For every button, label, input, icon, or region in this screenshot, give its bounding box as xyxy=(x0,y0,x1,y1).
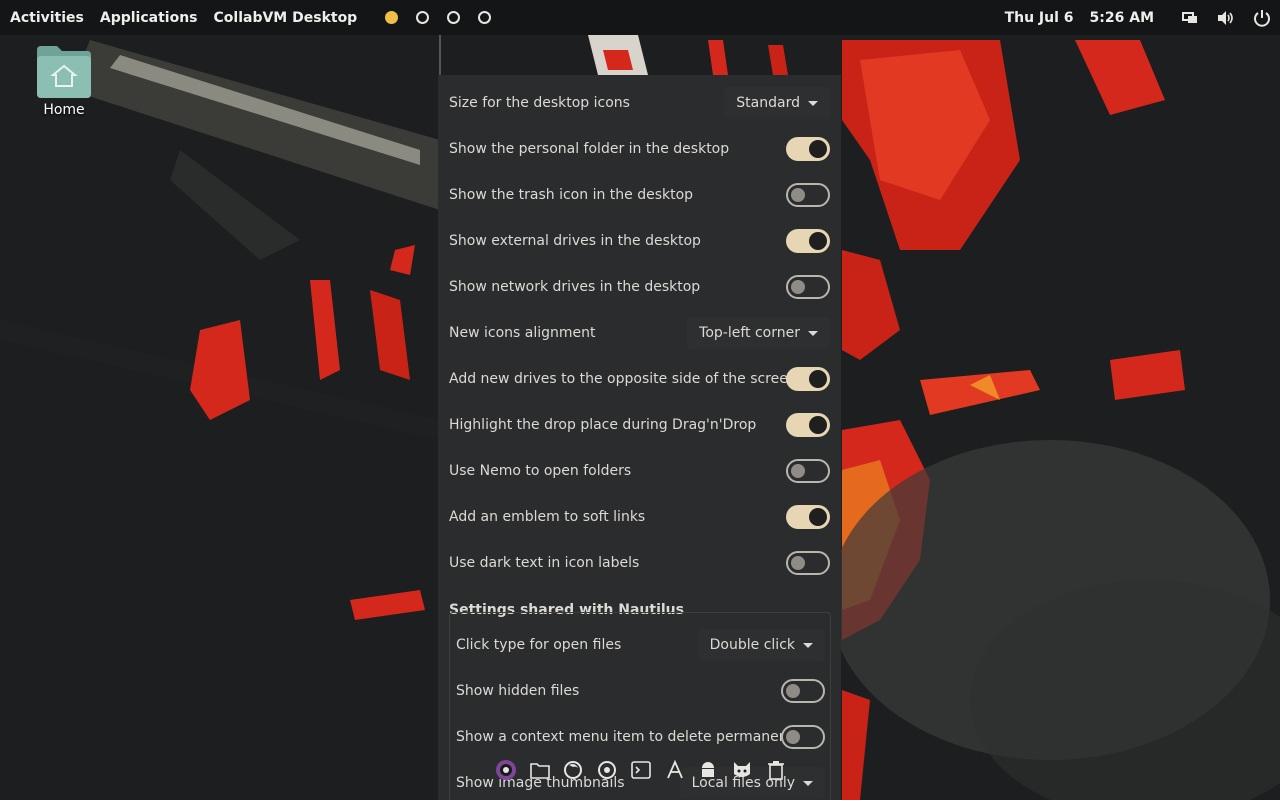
toggle-knob xyxy=(791,556,805,570)
toggle-knob xyxy=(809,370,827,388)
setting-row-use-nemo-to-open-folders: Use Nemo to open folders xyxy=(438,448,841,494)
clock-time[interactable]: 5:26 AM xyxy=(1082,10,1162,26)
setting-toggle-switch[interactable] xyxy=(786,137,830,161)
setting-label: Add an emblem to soft links xyxy=(449,509,646,525)
setting-toggle-switch[interactable] xyxy=(786,505,830,529)
clock-date[interactable]: Thu Jul 6 xyxy=(997,10,1082,26)
home-folder-icon xyxy=(35,44,93,98)
dropdown-value: Top-left corner xyxy=(699,325,800,341)
terminal-icon[interactable] xyxy=(629,758,653,782)
setting-row-highlight-the-drop-place-during-drag-n-d: Highlight the drop place during Drag'n'D… xyxy=(438,402,841,448)
setting-row-show-hidden-files: Show hidden files xyxy=(450,668,830,714)
setting-toggle-switch[interactable] xyxy=(786,183,830,207)
desktop-home-icon[interactable]: Home xyxy=(28,44,100,118)
workspace-2-dot[interactable] xyxy=(416,11,430,24)
setting-toggle-switch[interactable] xyxy=(786,367,830,391)
setting-row-add-an-emblem-to-soft-links: Add an emblem to soft links xyxy=(438,494,841,540)
firefox-icon[interactable] xyxy=(561,758,585,782)
setting-label: Show a context menu item to delete perma… xyxy=(456,729,806,745)
setting-label: Use Nemo to open folders xyxy=(449,463,632,479)
setting-row-show-external-drives-in-the-desktop: Show external drives in the desktop xyxy=(438,218,841,264)
setting-row-click-type-for-open-files: Click type for open files Double click xyxy=(450,622,830,668)
volume-icon[interactable] xyxy=(1208,0,1244,35)
setting-row-new-icons-alignment: New icons alignment Top-left corner xyxy=(438,310,841,356)
setting-label: Highlight the drop place during Drag'n'D… xyxy=(449,417,757,433)
setting-row-size-for-the-desktop-icons: Size for the desktop icons Standard xyxy=(438,80,841,126)
dropdown-value: Standard xyxy=(736,95,800,111)
font-icon[interactable] xyxy=(663,758,687,782)
setting-toggle-switch[interactable] xyxy=(786,413,830,437)
dock xyxy=(489,753,793,787)
toggle-knob xyxy=(809,508,827,526)
setting-row-show-network-drives-in-the-desktop: Show network drives in the desktop xyxy=(438,264,841,310)
desktop-icons-settings-window: Size for the desktop icons Standard Show t… xyxy=(438,35,841,800)
power-icon[interactable] xyxy=(1244,0,1280,35)
setting-toggle-switch[interactable] xyxy=(781,679,825,703)
setting-row-show-the-trash-icon-in-the-desktop: Show the trash icon in the desktop xyxy=(438,172,841,218)
chrome-icon[interactable] xyxy=(595,758,619,782)
setting-row-add-new-drives-to-the-opposite-side-of-t: Add new drives to the opposite side of t… xyxy=(438,356,841,402)
toggle-knob xyxy=(809,140,827,158)
toggle-knob xyxy=(791,188,805,202)
setting-row-show-the-personal-folder-in-the-desktop: Show the personal folder in the desktop xyxy=(438,126,841,172)
toggle-knob xyxy=(809,232,827,250)
workspace-indicator xyxy=(385,11,492,24)
panel-top-strip xyxy=(438,35,841,75)
setting-label: Show hidden files xyxy=(456,683,580,699)
setting-dropdown[interactable]: Standard xyxy=(724,87,830,119)
setting-label: Show the trash icon in the desktop xyxy=(449,187,694,203)
setting-label: Show network drives in the desktop xyxy=(449,279,701,295)
toggle-knob xyxy=(786,730,800,744)
chevron-down-icon xyxy=(803,642,813,648)
setting-label: Show external drives in the desktop xyxy=(449,233,701,249)
applications-menu[interactable]: Applications xyxy=(92,10,206,26)
setting-row-use-dark-text-in-icon-labels: Use dark text in icon labels xyxy=(438,540,841,586)
setting-toggle-switch[interactable] xyxy=(786,275,830,299)
workspace-1-dot[interactable] xyxy=(385,11,399,24)
workspace-3-dot[interactable] xyxy=(447,11,461,24)
setting-label: Add new drives to the opposite side of t… xyxy=(449,371,797,387)
app-menu[interactable]: CollabVM Desktop xyxy=(206,10,366,26)
chevron-down-icon xyxy=(803,780,813,786)
chevron-down-icon xyxy=(808,330,818,336)
toggle-knob xyxy=(791,280,805,294)
setting-label: Use dark text in icon labels xyxy=(449,555,640,571)
setting-toggle-switch[interactable] xyxy=(786,229,830,253)
files-icon[interactable] xyxy=(528,758,552,782)
setting-label: Size for the desktop icons xyxy=(449,95,630,111)
home-label: Home xyxy=(43,102,85,118)
activities-button[interactable]: Activities xyxy=(0,10,92,26)
setting-dropdown[interactable]: Double click xyxy=(697,629,825,661)
gimp-icon[interactable] xyxy=(730,758,754,782)
setting-label: New icons alignment xyxy=(449,325,596,341)
setting-dropdown[interactable]: Top-left corner xyxy=(687,317,830,349)
setting-label: Click type for open files xyxy=(456,637,622,653)
dropdown-value: Double click xyxy=(709,637,795,653)
top-bar: Activities Applications CollabVM Desktop… xyxy=(0,0,1280,35)
toggle-knob xyxy=(791,464,805,478)
trash-icon[interactable] xyxy=(764,758,788,782)
setting-label: Show the personal folder in the desktop xyxy=(449,141,730,157)
chevron-down-icon xyxy=(808,100,818,106)
network-icon[interactable] xyxy=(1172,0,1208,35)
setting-toggle-switch[interactable] xyxy=(781,725,825,749)
workspace-4-dot[interactable] xyxy=(478,11,492,24)
android-icon[interactable] xyxy=(696,758,720,782)
toggle-knob xyxy=(809,416,827,434)
tor-browser-icon[interactable] xyxy=(494,758,518,782)
setting-toggle-switch[interactable] xyxy=(786,459,830,483)
toggle-knob xyxy=(786,684,800,698)
setting-toggle-switch[interactable] xyxy=(786,551,830,575)
status-area: Thu Jul 6 5:26 AM xyxy=(997,0,1280,35)
